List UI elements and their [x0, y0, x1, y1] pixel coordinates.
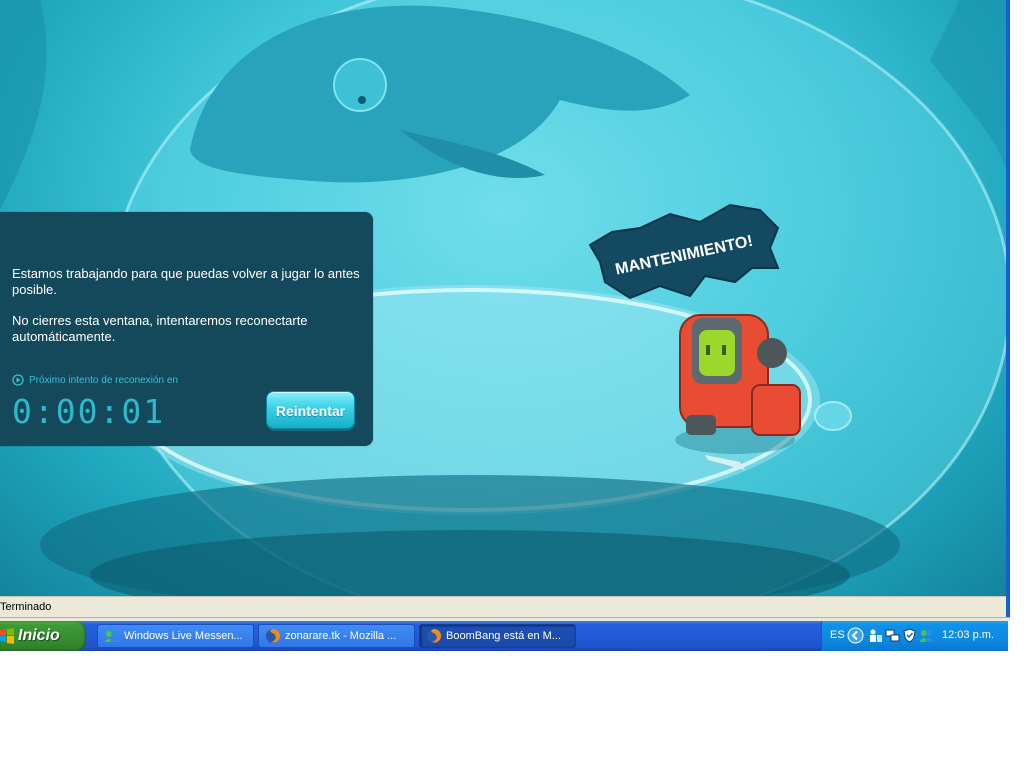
language-indicator[interactable]: ES — [830, 629, 845, 641]
system-tray: ES 12:03 p.m. — [821, 621, 1008, 651]
maintenance-message: Estamos trabajando para que puedas volve… — [12, 266, 360, 297]
messenger-icon — [105, 631, 119, 642]
windows-logo-icon — [0, 628, 14, 644]
browser-status-bar: Terminado — [0, 596, 1006, 617]
start-button[interactable]: Inicio — [0, 621, 86, 651]
retry-button[interactable]: Reintentar — [266, 391, 355, 429]
status-text: Terminado — [0, 601, 52, 613]
clock[interactable]: 12:03 p.m. — [942, 629, 994, 641]
firefox-icon — [266, 629, 281, 643]
window-right-border — [1006, 0, 1010, 596]
network-connection-icon[interactable] — [885, 628, 900, 643]
taskbar-item-label: Windows Live Messen... — [124, 630, 243, 642]
taskbar-item-label: BoomBang está en M... — [446, 630, 561, 642]
security-shield-icon[interactable] — [902, 628, 917, 643]
taskbar-item-firefox-boombang[interactable]: BoomBang está en M... — [419, 624, 576, 648]
taskbar-item-label: zonarare.tk - Mozilla ... — [285, 630, 397, 642]
play-circle-icon — [12, 374, 24, 386]
reconnect-message: No cierres esta ventana, intentaremos re… — [12, 313, 308, 344]
taskbar: Inicio Windows Live Messen... zonarare.t… — [0, 621, 1008, 651]
show-hidden-icons-icon[interactable] — [847, 627, 864, 644]
taskbar-item-messenger[interactable]: Windows Live Messen... — [97, 624, 254, 648]
countdown-timer: 0:00:01 — [12, 392, 166, 431]
next-attempt-text: Próximo intento de reconexión en — [29, 374, 178, 386]
firefox-icon — [427, 629, 442, 643]
network-users-icon[interactable] — [868, 628, 883, 643]
start-label: Inicio — [18, 627, 60, 644]
next-attempt-label: Próximo intento de reconexión en — [12, 372, 178, 388]
window-right-border-bottom — [1006, 596, 1010, 617]
messenger-status-icon[interactable] — [919, 628, 934, 643]
taskbar-item-firefox-zonarare[interactable]: zonarare.tk - Mozilla ... — [258, 624, 415, 648]
maintenance-panel: Estamos trabajando para que puedas volve… — [0, 212, 373, 446]
